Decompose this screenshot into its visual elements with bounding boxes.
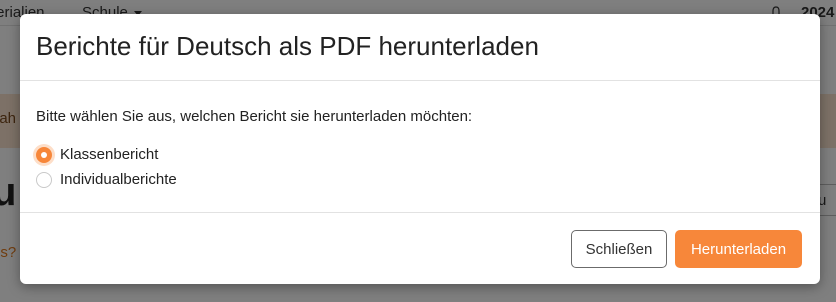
download-report-modal: Berichte für Deutsch als PDF herunterlad… [20, 14, 820, 284]
modal-title: Berichte für Deutsch als PDF herunterlad… [36, 31, 539, 61]
option-individualberichte[interactable]: Individualberichte [36, 171, 177, 188]
close-button[interactable]: Schließen [571, 230, 667, 268]
modal-prompt: Bitte wählen Sie aus, welchen Bericht si… [36, 108, 473, 125]
modal-body: Bitte wählen Sie aus, welchen Bericht si… [20, 81, 820, 213]
download-button[interactable]: Herunterladen [675, 230, 802, 268]
radio-klassenbericht[interactable] [36, 146, 52, 163]
radio-individualberichte[interactable] [36, 171, 52, 188]
modal-footer: Schließen Herunterladen [20, 213, 820, 283]
option-klassenbericht[interactable]: Klassenbericht [36, 146, 158, 163]
modal-header: Berichte für Deutsch als PDF herunterlad… [20, 14, 820, 81]
option-label-individualberichte: Individualberichte [60, 171, 177, 188]
option-label-klassenbericht: Klassenbericht [60, 146, 159, 163]
